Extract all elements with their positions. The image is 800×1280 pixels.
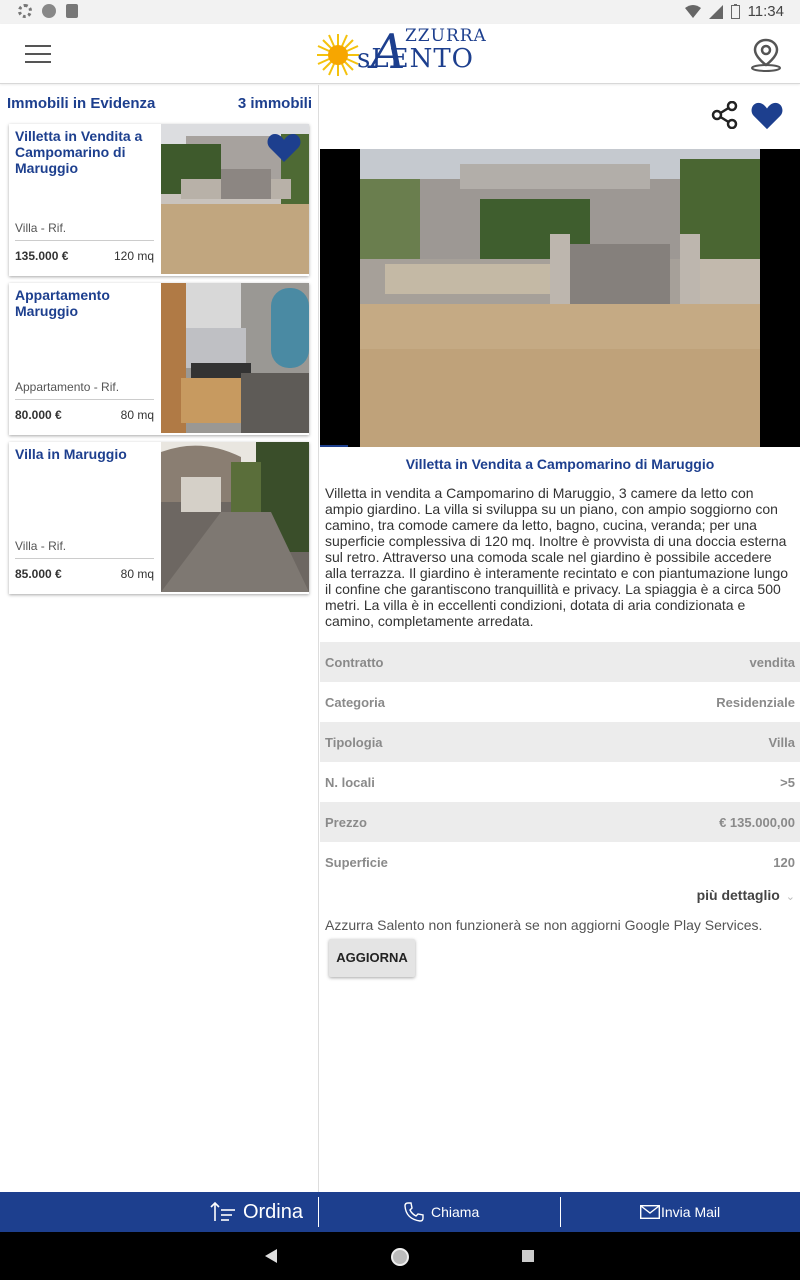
property-ref: Villa - Rif. xyxy=(15,539,67,553)
chevron-down-icon: ⌄ xyxy=(785,891,795,903)
detail-description: Villetta in vendita a Campomarino di Mar… xyxy=(325,485,789,629)
property-ref: Villa - Rif. xyxy=(15,221,67,235)
property-photo xyxy=(161,442,309,592)
share-icon[interactable] xyxy=(711,101,739,129)
notification-dot-icon xyxy=(42,4,56,18)
property-photo xyxy=(161,283,309,433)
spec-row: Superficie 120 xyxy=(320,842,800,882)
mail-icon xyxy=(640,1205,660,1219)
spec-key: N. locali xyxy=(325,775,375,790)
system-nav-bar xyxy=(0,1232,800,1280)
app-bar: A ZZURRA sLENTO xyxy=(0,24,800,84)
spec-row: Tipologia Villa xyxy=(320,722,800,762)
divider xyxy=(15,240,154,241)
spec-value: vendita xyxy=(749,655,795,670)
spec-row: N. locali >5 xyxy=(320,762,800,802)
spec-value: Residenziale xyxy=(716,695,795,710)
logo-text-bottom: sLENTO xyxy=(357,44,474,74)
home-icon[interactable] xyxy=(390,1247,410,1267)
property-photo xyxy=(161,124,309,274)
list-title: Immobili in Evidenza xyxy=(7,95,156,112)
map-pin-icon[interactable] xyxy=(750,38,782,72)
hamburger-icon[interactable] xyxy=(25,45,51,63)
phone-icon xyxy=(404,1202,424,1222)
sort-icon xyxy=(210,1201,235,1221)
divider xyxy=(318,1197,319,1227)
pane-divider xyxy=(318,85,319,1232)
call-label: Chiama xyxy=(431,1204,480,1220)
spec-value: Villa xyxy=(768,735,795,750)
spec-value: 120 xyxy=(773,855,795,870)
divider xyxy=(15,399,154,400)
photo-gallery[interactable] xyxy=(320,149,800,447)
more-details-toggle[interactable]: più dettaglio ⌄ xyxy=(620,887,795,903)
sun-icon xyxy=(317,34,359,76)
send-mail-button[interactable]: Invia Mail xyxy=(561,1192,800,1232)
signal-icon xyxy=(708,4,723,19)
property-area: 80 mq xyxy=(120,408,154,422)
wifi-icon xyxy=(684,4,701,18)
property-price: 80.000 € xyxy=(15,408,62,422)
bottom-action-bar: Ordina Chiama Invia Mail xyxy=(0,1192,800,1232)
list-header: Immobili in Evidenza 3 immobili xyxy=(0,85,318,121)
spec-key: Contratto xyxy=(325,655,384,670)
property-title: Villetta in Vendita a Campomarino di Mar… xyxy=(15,128,143,176)
send-mail-label: Invia Mail xyxy=(661,1204,721,1220)
more-details-label: più dettaglio xyxy=(696,887,780,903)
sort-button[interactable]: Ordina xyxy=(0,1192,318,1232)
play-services-message: Azzurra Salento non funzionerà se non ag… xyxy=(325,917,763,933)
status-bar: 11:34 xyxy=(0,0,800,24)
call-button[interactable]: Chiama xyxy=(320,1192,560,1232)
gallery-indicator xyxy=(320,445,348,447)
settings-icon xyxy=(18,4,32,18)
favorite-heart-icon[interactable] xyxy=(750,101,784,131)
detail-title: Villetta in Vendita a Campomarino di Mar… xyxy=(405,456,715,472)
spec-key: Tipologia xyxy=(325,735,383,750)
property-title: Appartamento Maruggio xyxy=(15,287,110,319)
app-logo: A ZZURRA sLENTO xyxy=(313,24,493,82)
sort-label: Ordina xyxy=(242,1201,303,1223)
property-ref: Appartamento - Rif. xyxy=(15,380,120,394)
property-price: 85.000 € xyxy=(15,567,62,581)
spec-key: Categoria xyxy=(325,695,385,710)
divider xyxy=(15,558,154,559)
spec-key: Prezzo xyxy=(325,815,367,830)
back-icon[interactable] xyxy=(264,1249,278,1263)
battery-icon xyxy=(730,4,740,19)
spec-value: € 135.000,00 xyxy=(719,815,795,830)
property-card[interactable]: Villetta in Vendita a Campomarino di Mar… xyxy=(9,124,309,276)
spec-row: Prezzo € 135.000,00 xyxy=(320,802,800,842)
favorite-heart-icon[interactable] xyxy=(266,132,302,164)
property-card[interactable]: Appartamento Maruggio Appartamento - Rif… xyxy=(9,283,309,435)
clock: 11:34 xyxy=(747,3,784,20)
list-count: 3 immobili xyxy=(237,95,312,112)
spec-value: >5 xyxy=(780,775,795,790)
property-area: 120 mq xyxy=(113,249,154,263)
property-title: Villa in Maruggio xyxy=(15,446,127,462)
property-area: 80 mq xyxy=(120,567,154,581)
property-card[interactable]: Villa in Maruggio Villa - Rif. 85.000 € … xyxy=(9,442,309,594)
property-price: 135.000 € xyxy=(15,249,69,263)
spec-key: Superficie xyxy=(325,855,388,870)
property-main-photo xyxy=(360,149,760,447)
spec-row: Contratto vendita xyxy=(320,642,800,682)
spec-row: Categoria Residenziale xyxy=(320,682,800,722)
sd-card-icon xyxy=(66,4,78,18)
update-button[interactable]: AGGIORNA xyxy=(329,939,415,977)
recents-icon[interactable] xyxy=(521,1249,535,1263)
logo-text-top: ZZURRA xyxy=(405,26,487,46)
